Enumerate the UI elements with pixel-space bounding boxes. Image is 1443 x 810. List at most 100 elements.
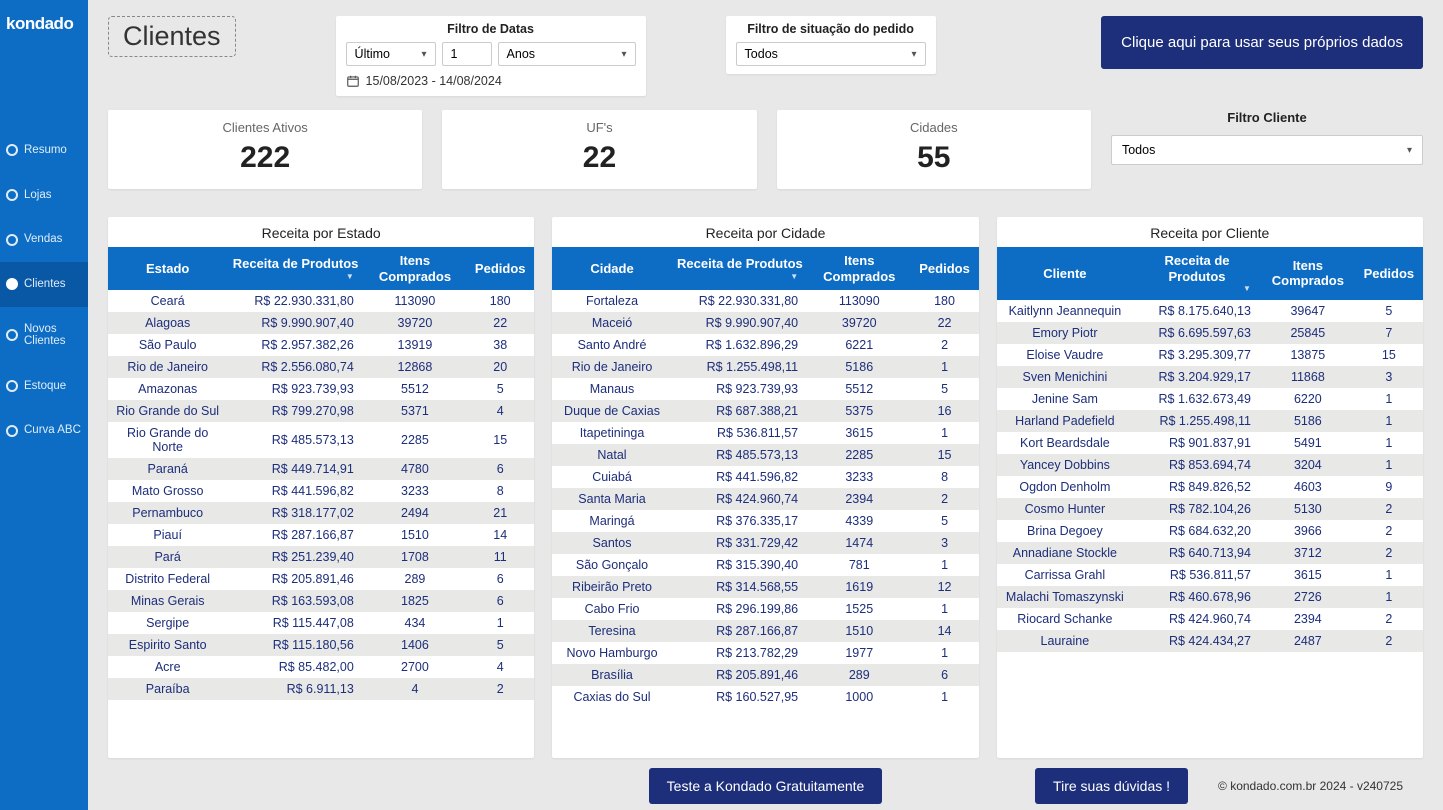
cell: 38 xyxy=(466,334,534,356)
table-row[interactable]: Kaitlynn JeannequinR$ 8.175.640,13396475 xyxy=(997,300,1423,322)
table-row[interactable]: Yancey DobbinsR$ 853.694,7432041 xyxy=(997,454,1423,476)
table-row[interactable]: ManausR$ 923.739,9355125 xyxy=(552,378,978,400)
table-row[interactable]: PernambucoR$ 318.177,02249421 xyxy=(108,502,534,524)
table-row[interactable]: SantosR$ 331.729,4214743 xyxy=(552,532,978,554)
table-scroll[interactable]: ClienteReceita de Produtos▼Itens Comprad… xyxy=(997,247,1423,758)
cell: R$ 782.104,26 xyxy=(1133,498,1261,520)
cell: R$ 449.714,91 xyxy=(227,458,363,480)
table-row[interactable]: Carrissa GrahlR$ 536.811,5736151 xyxy=(997,564,1423,586)
cell: 3204 xyxy=(1261,454,1355,476)
sidebar-item-vendas[interactable]: Vendas xyxy=(0,217,88,262)
table-row[interactable]: LauraineR$ 424.434,2724872 xyxy=(997,630,1423,652)
table-row[interactable]: Ogdon DenholmR$ 849.826,5246039 xyxy=(997,476,1423,498)
col-header[interactable]: Estado xyxy=(108,247,227,290)
cta-own-data-button[interactable]: Clique aqui para usar seus próprios dado… xyxy=(1101,16,1423,69)
table-row[interactable]: MaringáR$ 376.335,1743395 xyxy=(552,510,978,532)
col-header[interactable]: Cidade xyxy=(552,247,671,290)
questions-button[interactable]: Tire suas dúvidas ! xyxy=(1035,768,1188,804)
table-row[interactable]: Kort BeardsdaleR$ 901.837,9154911 xyxy=(997,432,1423,454)
table-row[interactable]: SergipeR$ 115.447,084341 xyxy=(108,612,534,634)
status-filter-select[interactable]: Todos ▾ xyxy=(736,42,926,66)
table-row[interactable]: Riocard SchankeR$ 424.960,7423942 xyxy=(997,608,1423,630)
table-row[interactable]: ParanáR$ 449.714,9147806 xyxy=(108,458,534,480)
col-header[interactable]: Itens Comprados xyxy=(364,247,466,290)
table-row[interactable]: Santo AndréR$ 1.632.896,2962212 xyxy=(552,334,978,356)
table-scroll[interactable]: CidadeReceita de Produtos▼Itens Comprado… xyxy=(552,247,978,758)
table-row[interactable]: PiauíR$ 287.166,87151014 xyxy=(108,524,534,546)
client-filter-select[interactable]: Todos ▾ xyxy=(1111,135,1423,165)
table-row[interactable]: AmazonasR$ 923.739,9355125 xyxy=(108,378,534,400)
table-row[interactable]: ParaíbaR$ 6.911,1342 xyxy=(108,678,534,700)
date-qty-input[interactable]: 1 xyxy=(442,42,492,66)
col-header[interactable]: Itens Comprados xyxy=(1261,247,1355,300)
table-row[interactable]: AlagoasR$ 9.990.907,403972022 xyxy=(108,312,534,334)
sidebar-item-resumo[interactable]: Resumo xyxy=(0,128,88,173)
col-header[interactable]: Receita de Produtos▼ xyxy=(1133,247,1261,300)
cell: 5130 xyxy=(1261,498,1355,520)
table-row[interactable]: Minas GeraisR$ 163.593,0818256 xyxy=(108,590,534,612)
col-header[interactable]: Receita de Produtos▼ xyxy=(227,247,363,290)
table-row[interactable]: Eloise VaudreR$ 3.295.309,771387515 xyxy=(997,344,1423,366)
table-row[interactable]: Cabo FrioR$ 296.199,8615251 xyxy=(552,598,978,620)
table-row[interactable]: AcreR$ 85.482,0027004 xyxy=(108,656,534,678)
table-row[interactable]: Harland PadefieldR$ 1.255.498,1151861 xyxy=(997,410,1423,432)
table-row[interactable]: ItapetiningaR$ 536.811,5736151 xyxy=(552,422,978,444)
table-row[interactable]: Brina DegoeyR$ 684.632,2039662 xyxy=(997,520,1423,542)
table-row[interactable]: MaceióR$ 9.990.907,403972022 xyxy=(552,312,978,334)
table-row[interactable]: Jenine SamR$ 1.632.673,4962201 xyxy=(997,388,1423,410)
table-scroll[interactable]: EstadoReceita de Produtos▼Itens Comprado… xyxy=(108,247,534,758)
table-row[interactable]: NatalR$ 485.573,13228515 xyxy=(552,444,978,466)
table-row[interactable]: Rio Grande do SulR$ 799.270,9853714 xyxy=(108,400,534,422)
table-row[interactable]: Rio de JaneiroR$ 2.556.080,741286820 xyxy=(108,356,534,378)
table-row[interactable]: Caxias do SulR$ 160.527,9510001 xyxy=(552,686,978,708)
table-row[interactable]: FortalezaR$ 22.930.331,80113090180 xyxy=(552,290,978,312)
table-row[interactable]: Emory PiotrR$ 6.695.597,63258457 xyxy=(997,322,1423,344)
cell: R$ 849.826,52 xyxy=(1133,476,1261,498)
table-row[interactable]: Santa MariaR$ 424.960,7423942 xyxy=(552,488,978,510)
date-relative-select[interactable]: Último ▾ xyxy=(346,42,436,66)
table-row[interactable]: Mato GrossoR$ 441.596,8232338 xyxy=(108,480,534,502)
cell: R$ 205.891,46 xyxy=(672,664,808,686)
table-row[interactable]: Annadiane StockleR$ 640.713,9437122 xyxy=(997,542,1423,564)
col-header[interactable]: Pedidos xyxy=(910,247,978,290)
cell: R$ 296.199,86 xyxy=(672,598,808,620)
table-row[interactable]: São PauloR$ 2.957.382,261391938 xyxy=(108,334,534,356)
cell: Jenine Sam xyxy=(997,388,1133,410)
col-header[interactable]: Pedidos xyxy=(466,247,534,290)
col-header[interactable]: Cliente xyxy=(997,247,1133,300)
sidebar-item-clientes[interactable]: Clientes xyxy=(0,262,88,307)
sidebar-item-curva-abc[interactable]: Curva ABC xyxy=(0,408,88,453)
table-row[interactable]: CuiabáR$ 441.596,8232338 xyxy=(552,466,978,488)
cell: 5371 xyxy=(364,400,466,422)
cell: 5375 xyxy=(808,400,910,422)
cell: R$ 251.239,40 xyxy=(227,546,363,568)
cell: 2487 xyxy=(1261,630,1355,652)
table-row[interactable]: Espirito SantoR$ 115.180,5614065 xyxy=(108,634,534,656)
table-row[interactable]: Duque de CaxiasR$ 687.388,21537516 xyxy=(552,400,978,422)
sidebar-item-lojas[interactable]: Lojas xyxy=(0,173,88,218)
test-kondado-button[interactable]: Teste a Kondado Gratuitamente xyxy=(649,768,883,804)
sidebar-item-estoque[interactable]: Estoque xyxy=(0,364,88,409)
table-row[interactable]: Malachi TomaszynskiR$ 460.678,9627261 xyxy=(997,586,1423,608)
col-header[interactable]: Itens Comprados xyxy=(808,247,910,290)
table-row[interactable]: BrasíliaR$ 205.891,462896 xyxy=(552,664,978,686)
table-row[interactable]: Ribeirão PretoR$ 314.568,55161912 xyxy=(552,576,978,598)
table-row[interactable]: Sven MenichiniR$ 3.204.929,17118683 xyxy=(997,366,1423,388)
table-row[interactable]: Cosmo HunterR$ 782.104,2651302 xyxy=(997,498,1423,520)
col-header[interactable]: Pedidos xyxy=(1355,247,1423,300)
cell: 39720 xyxy=(808,312,910,334)
col-header[interactable]: Receita de Produtos▼ xyxy=(672,247,808,290)
cell: R$ 441.596,82 xyxy=(227,480,363,502)
cell: Cosmo Hunter xyxy=(997,498,1133,520)
sidebar-item-novos-clientes[interactable]: Novos Clientes xyxy=(0,307,88,364)
table-row[interactable]: Rio Grande do NorteR$ 485.573,13228515 xyxy=(108,422,534,458)
table-row[interactable]: ParáR$ 251.239,40170811 xyxy=(108,546,534,568)
table-row[interactable]: Distrito FederalR$ 205.891,462896 xyxy=(108,568,534,590)
date-unit-select[interactable]: Anos ▾ xyxy=(498,42,636,66)
table-row[interactable]: TeresinaR$ 287.166,87151014 xyxy=(552,620,978,642)
table-row[interactable]: Novo HamburgoR$ 213.782,2919771 xyxy=(552,642,978,664)
status-filter-title: Filtro de situação do pedido xyxy=(736,22,926,36)
table-row[interactable]: CearáR$ 22.930.331,80113090180 xyxy=(108,290,534,312)
table-row[interactable]: São GonçaloR$ 315.390,407811 xyxy=(552,554,978,576)
table-row[interactable]: Rio de JaneiroR$ 1.255.498,1151861 xyxy=(552,356,978,378)
